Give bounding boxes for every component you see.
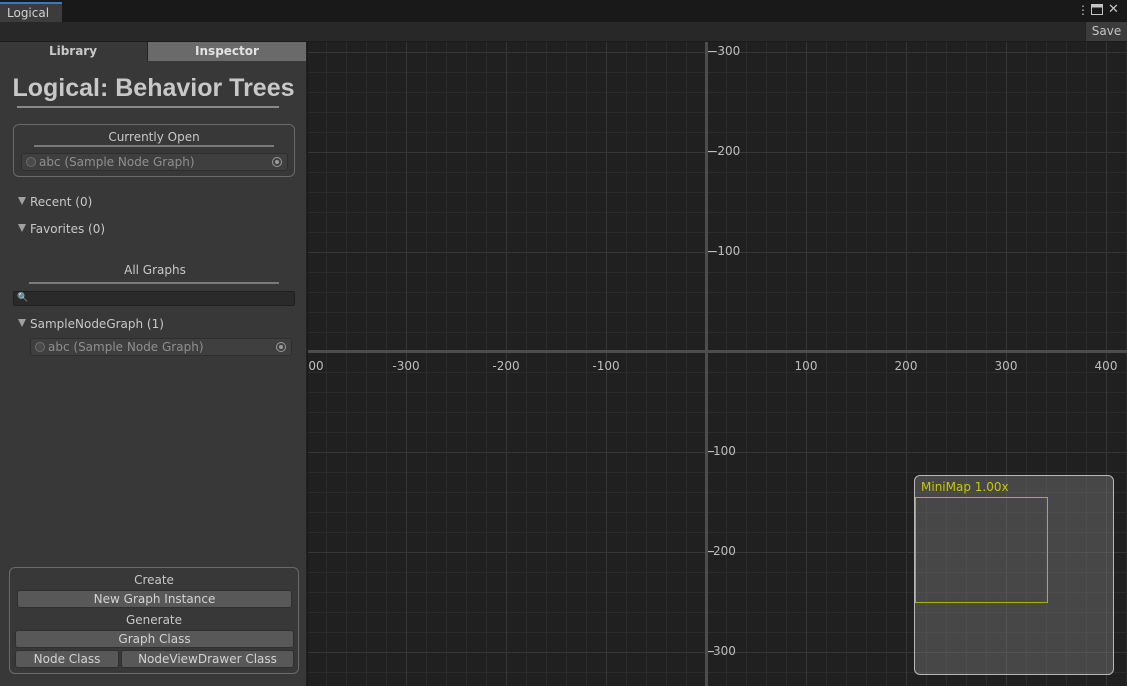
library-sidebar: Library Inspector Logical: Behavior Tree… (0, 42, 307, 686)
create-header: Create (134, 573, 174, 587)
y-tick-label: 100 (708, 444, 736, 458)
search-input[interactable]: 🔍 (13, 291, 295, 306)
title-underline (17, 106, 279, 108)
recent-foldout[interactable]: Recent (0) (18, 195, 92, 209)
x-tick-label: 400 (1094, 359, 1118, 373)
page-title: Logical: Behavior Trees (12, 74, 295, 102)
x-axis (308, 350, 1127, 353)
minimap-label: MiniMap 1.00x (921, 480, 1009, 494)
currently-open-header: Currently Open (108, 130, 200, 144)
graph-asset-icon (26, 157, 36, 167)
graph-class-button[interactable]: Graph Class (15, 630, 294, 648)
y-tick-label: -100 (707, 244, 741, 258)
title-bar: Logical ⋮ ✕ (0, 0, 1127, 22)
currently-open-rule (34, 145, 274, 147)
all-graphs-rule (29, 282, 279, 284)
x-tick-label: 200 (894, 359, 918, 373)
close-icon[interactable]: ✕ (1108, 3, 1119, 17)
tab-inspector[interactable]: Inspector (147, 42, 306, 61)
node-class-button[interactable]: Node Class (15, 650, 119, 668)
x-tick-label: 300 (994, 359, 1018, 373)
search-icon: 🔍 (17, 293, 29, 303)
triangle-down-icon (18, 197, 26, 205)
generate-header: Generate (125, 613, 183, 627)
currently-open-value: abc (Sample Node Graph) (39, 155, 195, 169)
sample-node-graph-foldout[interactable]: SampleNodeGraph (1) (18, 317, 164, 331)
triangle-down-icon (18, 319, 26, 327)
minimap-viewport[interactable] (915, 497, 1048, 603)
all-graphs-header: All Graphs (124, 263, 186, 277)
x-tick-label: 00 (308, 359, 324, 373)
graph-item-value: abc (Sample Node Graph) (48, 340, 204, 354)
save-button[interactable]: Save (1085, 22, 1127, 41)
favorites-label: Favorites (0) (30, 222, 106, 236)
maximize-icon[interactable] (1091, 4, 1103, 18)
graph-group-label: SampleNodeGraph (1) (30, 317, 164, 331)
favorites-foldout[interactable]: Favorites (0) (18, 222, 105, 236)
nodeviewdrawer-class-button[interactable]: NodeViewDrawer Class (121, 650, 294, 668)
create-generate-box: Create New Graph Instance Generate Graph… (9, 567, 299, 674)
minimap[interactable]: MiniMap 1.00x (914, 475, 1114, 675)
currently-open-field[interactable]: abc (Sample Node Graph) (21, 153, 288, 171)
toolbar: Save (0, 22, 1127, 42)
y-tick-label: 200 (708, 544, 736, 558)
window-tab-logical[interactable]: Logical (0, 2, 62, 22)
kebab-icon[interactable]: ⋮ (1077, 3, 1089, 17)
object-picker-icon[interactable] (272, 157, 282, 167)
currently-open-box: Currently Open abc (Sample Node Graph) (13, 124, 295, 177)
triangle-down-icon (18, 224, 26, 232)
object-picker-icon[interactable] (276, 342, 286, 352)
graph-asset-icon (35, 342, 45, 352)
x-tick-label: -100 (592, 359, 620, 373)
y-tick-label: -200 (707, 144, 741, 158)
y-tick-label: -300 (707, 44, 741, 58)
x-tick-label: -300 (392, 359, 420, 373)
tab-library[interactable]: Library (0, 42, 146, 61)
x-tick-label: 100 (794, 359, 818, 373)
x-tick-label: -200 (492, 359, 520, 373)
y-tick-label: 300 (708, 644, 736, 658)
recent-label: Recent (0) (30, 195, 93, 209)
new-graph-instance-button[interactable]: New Graph Instance (17, 590, 292, 608)
y-axis (705, 42, 708, 686)
graph-item-field[interactable]: abc (Sample Node Graph) (30, 338, 292, 356)
